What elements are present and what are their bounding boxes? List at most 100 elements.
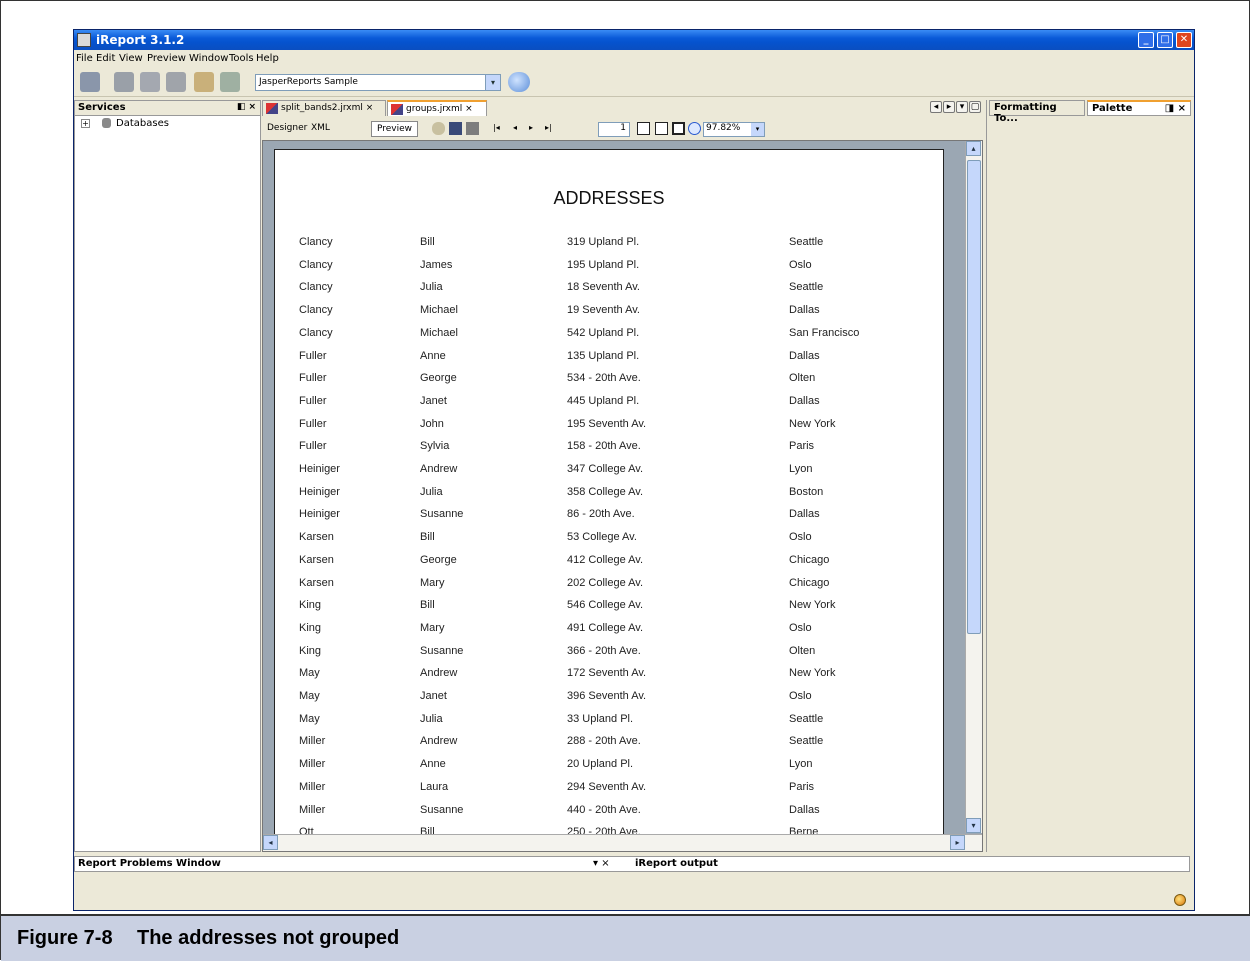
first-name-cell: John xyxy=(420,417,444,430)
datasource-select[interactable]: JasperReports Sample ▾ xyxy=(255,74,501,91)
tab-split-bands2[interactable]: split_bands2.jrxml × xyxy=(262,100,386,116)
services-header: Services ◧ × xyxy=(75,101,260,116)
reload-icon[interactable] xyxy=(432,122,445,135)
palette-controls[interactable]: ◨ × xyxy=(1165,103,1186,114)
first-name-cell: George xyxy=(420,372,457,385)
city-cell: New York xyxy=(789,599,836,612)
services-title: Services xyxy=(78,102,126,113)
tab-list-icon[interactable]: ▾ xyxy=(956,101,968,113)
last-name-cell: Fuller xyxy=(299,394,327,407)
tab-ireport-output[interactable]: iReport output xyxy=(635,858,718,869)
scroll-down-icon[interactable]: ▾ xyxy=(966,818,981,833)
menu-help[interactable]: Help xyxy=(256,53,279,64)
menu-file[interactable]: File xyxy=(76,53,93,64)
tab-scroll-right-icon[interactable]: ▸ xyxy=(943,101,955,113)
maximize-button[interactable]: □ xyxy=(1157,32,1173,48)
mode-preview[interactable]: Preview xyxy=(371,121,419,137)
minimize-button[interactable]: _ xyxy=(1138,32,1154,48)
mode-designer[interactable]: Designer xyxy=(262,121,312,137)
city-cell: Chicago xyxy=(789,553,830,566)
report-row: Fuller Sylvia 158 - 20th Ave. Paris xyxy=(275,438,943,461)
services-panel-controls[interactable]: ◧ × xyxy=(237,102,256,112)
fit-width-icon[interactable] xyxy=(672,122,685,135)
scroll-left-icon[interactable]: ◂ xyxy=(263,835,278,850)
previous-page-icon[interactable]: ◂ xyxy=(508,121,522,137)
last-name-cell: Miller xyxy=(299,803,326,816)
tree-item-databases[interactable]: Databases xyxy=(116,118,169,129)
menu-tools[interactable]: Tools xyxy=(229,53,254,64)
menu-window[interactable]: Window xyxy=(189,53,228,64)
actual-size-icon[interactable] xyxy=(637,122,650,135)
tab-palette[interactable]: Palette ◨ × xyxy=(1087,100,1191,116)
zoom-in-icon[interactable] xyxy=(688,122,701,135)
run-report-icon[interactable] xyxy=(508,72,530,92)
first-page-icon[interactable]: |◂ xyxy=(488,121,505,137)
editor-tabs: split_bands2.jrxml × groups.jrxml × ◂ ▸ ▾ ▢ xyxy=(262,100,983,116)
paste-icon[interactable] xyxy=(166,72,186,92)
figure-frame: iReport 3.1.2 _ □ ✕ File Edit View Previ… xyxy=(0,0,1250,961)
last-name-cell: Clancy xyxy=(299,258,333,271)
first-name-cell: Andrew xyxy=(420,667,458,680)
figure-text: The addresses not grouped xyxy=(137,927,400,949)
scroll-right-icon[interactable]: ▸ xyxy=(950,835,965,850)
expand-toggle[interactable]: + xyxy=(81,118,90,128)
tab-groups[interactable]: groups.jrxml × xyxy=(387,100,487,116)
menu-view[interactable]: View xyxy=(119,53,143,64)
city-cell: New York xyxy=(789,667,836,680)
scroll-thumb[interactable] xyxy=(967,160,981,634)
page-number-input[interactable]: 1 xyxy=(598,122,630,137)
last-name-cell: Karsen xyxy=(299,576,334,589)
editor-area: split_bands2.jrxml × groups.jrxml × ◂ ▸ ▾ ▢… xyxy=(262,100,983,852)
last-name-cell: Fuller xyxy=(299,372,327,385)
cut-icon[interactable] xyxy=(114,72,134,92)
chevron-down-icon[interactable]: ▾ xyxy=(751,123,764,136)
last-name-cell: King xyxy=(299,621,322,634)
services-panel: Services ◧ × + Databases xyxy=(74,100,261,852)
tab-scroll-left-icon[interactable]: ◂ xyxy=(930,101,942,113)
close-button[interactable]: ✕ xyxy=(1176,32,1192,48)
city-cell: Dallas xyxy=(789,304,820,317)
problems-panel-controls[interactable]: ▾ × xyxy=(593,858,610,869)
first-name-cell: Andrew xyxy=(420,735,458,748)
report-row: Clancy Julia 18 Seventh Av. Seattle xyxy=(275,279,943,302)
tab-close-icon[interactable]: × xyxy=(465,104,473,114)
report-row: Karsen Bill 53 College Av. Oslo xyxy=(275,529,943,552)
scroll-up-icon[interactable]: ▴ xyxy=(966,141,981,156)
save-icon[interactable] xyxy=(80,72,100,92)
zoom-select[interactable]: 97.82% ▾ xyxy=(703,122,765,137)
city-cell: Seattle xyxy=(789,735,824,748)
last-name-cell: Fuller xyxy=(299,417,327,430)
street-cell: 534 - 20th Ave. xyxy=(567,372,641,385)
last-name-cell: May xyxy=(299,667,320,680)
right-panel: Formatting To... Palette ◨ × xyxy=(986,100,1194,852)
vertical-scrollbar[interactable]: ▴ ▾ xyxy=(965,141,982,833)
tab-close-icon[interactable]: × xyxy=(366,103,374,113)
save-report-icon[interactable] xyxy=(449,122,462,135)
fit-page-icon[interactable] xyxy=(655,122,668,135)
undo-icon[interactable] xyxy=(194,72,214,92)
tab-formatting-tools[interactable]: Formatting To... xyxy=(989,100,1085,124)
title-bar[interactable]: iReport 3.1.2 _ □ ✕ xyxy=(74,30,1194,50)
menu-preview[interactable]: Preview xyxy=(147,53,186,64)
next-page-icon[interactable]: ▸ xyxy=(524,121,538,137)
redo-icon[interactable] xyxy=(220,72,240,92)
maximize-editor-icon[interactable]: ▢ xyxy=(969,101,981,113)
street-cell: 195 Upland Pl. xyxy=(567,258,640,271)
mode-xml[interactable]: XML xyxy=(306,121,335,137)
last-name-cell: Fuller xyxy=(299,440,327,453)
copy-icon[interactable] xyxy=(140,72,160,92)
city-cell: Boston xyxy=(789,485,824,498)
menu-edit[interactable]: Edit xyxy=(96,53,115,64)
street-cell: 195 Seventh Av. xyxy=(567,417,647,430)
tab-report-problems[interactable]: Report Problems Window xyxy=(78,858,221,869)
last-page-icon[interactable]: ▸| xyxy=(540,121,557,137)
street-cell: 135 Upland Pl. xyxy=(567,349,640,362)
city-cell: San Francisco xyxy=(789,326,860,339)
chevron-down-icon[interactable]: ▾ xyxy=(485,75,500,90)
print-icon[interactable] xyxy=(466,122,479,135)
status-indicator-icon[interactable] xyxy=(1174,894,1186,906)
street-cell: 158 - 20th Ave. xyxy=(567,440,641,453)
city-cell: Lyon xyxy=(789,758,813,771)
first-name-cell: Mary xyxy=(420,576,445,589)
horizontal-scrollbar[interactable]: ◂ ▸ xyxy=(263,834,982,851)
